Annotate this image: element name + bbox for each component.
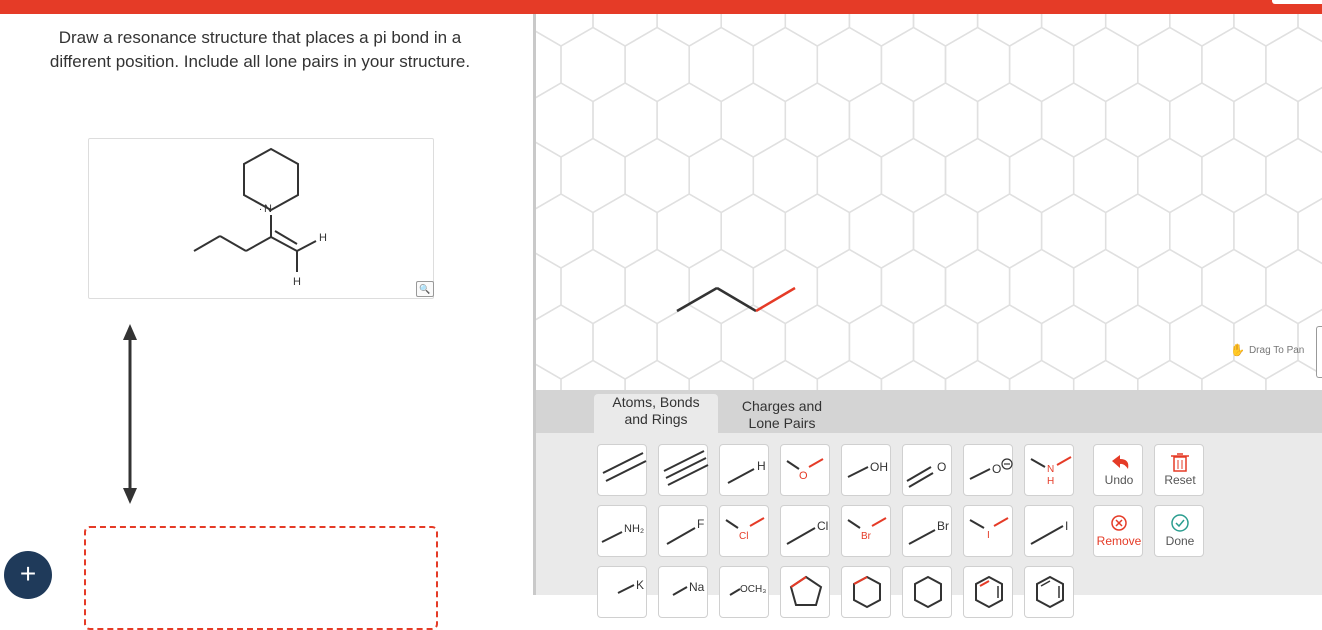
oxygen-ether-tool[interactable]: O <box>780 444 830 496</box>
n-atom-label: N <box>264 203 272 215</box>
iodine-tool[interactable]: I <box>1024 505 1074 557</box>
h-atom-label-right: H <box>319 232 327 244</box>
cyclohexane-tool-2[interactable] <box>902 566 952 618</box>
tab-charges-line1: Charges and <box>741 398 823 414</box>
tab-charges-lone-pairs[interactable]: Charges and Lone Pairs <box>734 398 830 432</box>
sodium-label: Na <box>689 580 705 594</box>
sodium-tool[interactable]: Na <box>658 566 708 618</box>
resonance-arrow-icon <box>123 324 137 504</box>
amino-tool[interactable]: NH₂ <box>597 505 647 557</box>
benzene-tool-1[interactable] <box>963 566 1013 618</box>
chlorine-label: Cl <box>817 519 828 533</box>
remove-label: Remove <box>1096 534 1142 548</box>
given-molecule-box: N : H H <box>88 138 434 299</box>
oxide-anion-tool[interactable]: O <box>963 444 1013 496</box>
oxide-label: O <box>992 462 1001 476</box>
tab-atoms-line1: Atoms, Bonds <box>612 394 700 410</box>
hydrogen-label: H <box>757 459 766 473</box>
amine-n-label: N <box>1047 464 1054 475</box>
check-icon <box>1171 514 1189 532</box>
tab-atoms-line2: and Rings <box>624 411 688 427</box>
side-panel-handle[interactable] <box>1316 326 1322 378</box>
drawn-chain[interactable] <box>536 14 1322 390</box>
cyclohexane-tool-1[interactable] <box>841 566 891 618</box>
fluorine-tool[interactable]: F <box>658 505 708 557</box>
drawing-canvas[interactable] <box>536 14 1322 390</box>
iodine-ring-tool[interactable]: I <box>963 505 1013 557</box>
chlorine-ring-tool[interactable]: Cl <box>719 505 769 557</box>
trash-icon <box>1171 453 1189 472</box>
bromine-red-label: Br <box>861 531 872 542</box>
drag-to-pan-hint: ✋ Drag To Pan <box>1230 343 1304 357</box>
hand-icon: ✋ <box>1230 343 1245 357</box>
bromine-ring-tool[interactable]: Br <box>841 505 891 557</box>
iodine-label: I <box>1065 519 1068 533</box>
hydrogen-tool[interactable]: H <box>719 444 769 496</box>
amino-label: NH₂ <box>624 523 644 535</box>
tool-tabs: Atoms, Bonds and Rings Charges and Lone … <box>536 390 1322 433</box>
chlorine-red-label: Cl <box>739 531 748 542</box>
methoxy-label: OCH₃ <box>740 584 766 595</box>
benzene-tool-2[interactable] <box>1024 566 1074 618</box>
bromine-tool[interactable]: Br <box>902 505 952 557</box>
methoxy-tool[interactable]: OCH₃ <box>719 566 769 618</box>
reset-button[interactable]: Reset <box>1154 444 1204 496</box>
double-bond-tool[interactable] <box>597 444 647 496</box>
question-line-2: different position. Include all lone pai… <box>49 52 471 71</box>
undo-button[interactable]: Undo <box>1093 444 1143 496</box>
hydroxyl-label: OH <box>870 460 888 474</box>
tool-palette: Atoms, Bonds and Rings Charges and Lone … <box>536 390 1322 618</box>
fluorine-label: F <box>697 517 704 531</box>
iodine-red-label: I <box>987 530 990 541</box>
bromine-label: Br <box>937 519 949 533</box>
answer-drop-zone[interactable] <box>84 526 438 630</box>
top-bar <box>0 0 1322 14</box>
zoom-icon[interactable]: 🔍 <box>416 281 434 297</box>
add-button[interactable]: + <box>4 551 52 599</box>
hydroxyl-tool[interactable]: OH <box>841 444 891 496</box>
given-molecule: N : H H <box>193 147 327 288</box>
chain-bond-2 <box>716 286 757 313</box>
cyclopentane-tool[interactable] <box>780 566 830 618</box>
potassium-tool[interactable]: K <box>597 566 647 618</box>
question-line-1: Draw a resonance structure that places a… <box>58 28 462 47</box>
carbonyl-o-label: O <box>937 460 946 474</box>
tab-charges-line2: Lone Pairs <box>748 415 816 431</box>
chain-bond-selected <box>755 286 796 313</box>
potassium-label: K <box>636 578 644 592</box>
done-button[interactable]: Done <box>1154 505 1204 557</box>
undo-label: Undo <box>1104 473 1134 487</box>
cyclohexane-icon <box>853 575 881 609</box>
benzene-icon <box>975 575 1003 609</box>
cyclopentane-icon <box>789 575 823 606</box>
remove-button[interactable]: Remove <box>1093 505 1143 557</box>
lone-pair-dots: : <box>259 201 262 213</box>
drag-to-pan-label: Drag To Pan <box>1248 344 1305 356</box>
cyclohexane-icon-2 <box>914 575 942 609</box>
remove-icon <box>1111 515 1127 531</box>
chain-bond-1 <box>676 286 718 313</box>
top-bar-tab[interactable] <box>1272 0 1322 4</box>
done-label: Done <box>1165 534 1195 548</box>
amine-h-label: H <box>1047 476 1054 487</box>
carbonyl-tool[interactable]: O <box>902 444 952 496</box>
benzene-icon-2 <box>1036 575 1064 609</box>
h-atom-label-bottom: H <box>293 276 301 288</box>
question-pane: Draw a resonance structure that places a… <box>0 14 533 630</box>
reset-label: Reset <box>1164 473 1196 487</box>
triple-bond-tool[interactable] <box>658 444 709 496</box>
amine-tool[interactable]: NH <box>1024 444 1074 496</box>
chlorine-tool[interactable]: Cl <box>780 505 830 557</box>
undo-icon <box>1112 455 1129 469</box>
question-text: Draw a resonance structure that places a… <box>20 26 500 74</box>
tab-atoms-bonds-rings[interactable]: Atoms, Bonds and Rings <box>594 394 718 433</box>
oxygen-label: O <box>799 470 808 482</box>
